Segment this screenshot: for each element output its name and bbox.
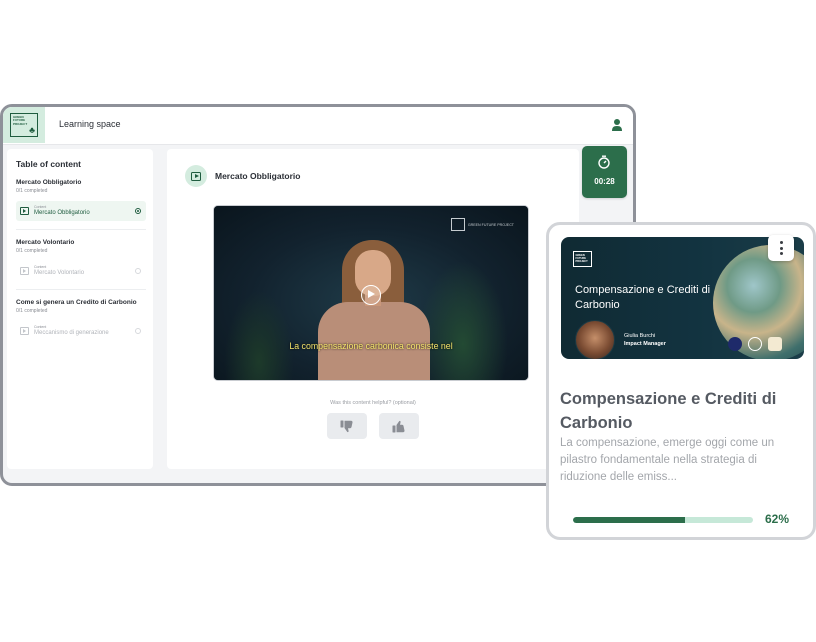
- toc-item-meccanismo-di-generazione[interactable]: Content Meccanismo di generazione: [16, 321, 146, 341]
- video-caption: La compensazione carbonica consiste nel: [289, 341, 453, 351]
- stage: GREEN FUTURE PROJECT ♣ Learning space Ta…: [0, 0, 816, 642]
- course-progress-fill: [573, 517, 685, 523]
- table-of-content: Table of content Mercato Obbligatorio 0/…: [7, 149, 153, 469]
- video-plant-left: [224, 290, 294, 380]
- certification-badge: [768, 337, 782, 351]
- timer-value: 00:28: [594, 177, 615, 186]
- timer-icon: [598, 155, 610, 169]
- presenter-avatar: [575, 320, 615, 359]
- learning-window: GREEN FUTURE PROJECT ♣ Learning space Ta…: [0, 104, 636, 486]
- thumbnail-logo-text: GREEN FUTURE PROJECT: [575, 253, 588, 263]
- thumbs-up-icon: [392, 420, 405, 432]
- course-progress-label: 62%: [765, 512, 790, 526]
- presenter-name: Giulia Burchi: [624, 333, 656, 339]
- presenter-role: Impact Manager: [624, 341, 666, 347]
- section-divider: [16, 229, 146, 230]
- item-radio-icon: [135, 328, 141, 334]
- item-label: Mercato Obbligatorio: [34, 210, 90, 216]
- item-label: Meccanismo di generazione: [34, 330, 109, 336]
- video-player[interactable]: GREEN FUTURE PROJECT La compensazione ca…: [213, 205, 529, 381]
- section-progress: 0/1 completed: [16, 308, 48, 314]
- b-corp-badge: [748, 337, 762, 351]
- helpful-prompt: Was this content helpful? (optional): [330, 400, 416, 406]
- course-progress-bar: [573, 517, 753, 523]
- card-description: La compensazione, emerge oggi come un pi…: [560, 437, 775, 483]
- toc-title: Table of content: [16, 159, 82, 169]
- section-progress: 0/1 completed: [16, 248, 48, 254]
- brand-logo[interactable]: GREEN FUTURE PROJECT ♣: [3, 107, 45, 143]
- item-radio-icon: [135, 268, 141, 274]
- thumbnail-logo: GREEN FUTURE PROJECT: [573, 251, 592, 267]
- content-title: Mercato Obbligatorio: [215, 171, 301, 181]
- toc-section: Mercato Obbligatorio 0/1 completed Conte…: [16, 179, 146, 221]
- video-content-icon: [185, 165, 207, 187]
- item-label: Mercato Volontario: [34, 270, 85, 276]
- toc-item-mercato-obbligatorio[interactable]: Content Mercato Obbligatorio: [16, 201, 146, 221]
- toc-section: Come si genera un Credito di Carbonio 0/…: [16, 299, 146, 341]
- session-timer: 00:28: [582, 146, 627, 198]
- content-panel: Mercato Obbligatorio GREEN FUTURE PROJEC…: [167, 149, 579, 469]
- section-title: Come si genera un Credito di Carbonio: [16, 299, 137, 306]
- toc-item-mercato-volontario[interactable]: Content Mercato Volontario: [16, 261, 146, 281]
- section-divider: [16, 289, 146, 290]
- current-item-radio-icon: [135, 208, 141, 214]
- app-title: Learning space: [59, 119, 121, 129]
- top-bar: GREEN FUTURE PROJECT ♣ Learning space: [3, 107, 633, 145]
- logo-text: GREEN FUTURE PROJECT: [13, 115, 28, 126]
- thumbs-down-button[interactable]: [327, 413, 367, 439]
- tree-icon: ♣: [29, 125, 35, 135]
- video-watermark: GREEN FUTURE PROJECT: [450, 218, 514, 231]
- video-plant-right: [418, 260, 508, 380]
- watermark-text: GREEN FUTURE PROJECT: [467, 222, 514, 227]
- logo-mark: GREEN FUTURE PROJECT ♣: [10, 113, 38, 137]
- thumbs-up-button[interactable]: [379, 413, 419, 439]
- thumbs-down-icon: [340, 420, 353, 432]
- more-vertical-icon[interactable]: [768, 235, 794, 261]
- section-progress: 0/1 completed: [16, 188, 48, 194]
- watermark-logo: [450, 218, 465, 231]
- certification-badge: [728, 337, 742, 351]
- play-icon[interactable]: [361, 285, 381, 305]
- user-icon[interactable]: [611, 118, 623, 132]
- video-content-icon: [20, 267, 29, 275]
- course-card[interactable]: GREEN FUTURE PROJECT Compensazione e Cre…: [546, 222, 816, 540]
- thumbnail-title: Compensazione e Crediti di Carbonio: [575, 284, 711, 311]
- video-content-icon: [20, 327, 29, 335]
- video-content-icon: [20, 207, 29, 215]
- section-title: Mercato Volontario: [16, 239, 75, 246]
- card-title: Compensazione e Crediti di Carbonio: [560, 390, 777, 432]
- section-title: Mercato Obbligatorio: [16, 179, 82, 186]
- toc-section: Mercato Volontario 0/1 completed Content…: [16, 239, 146, 281]
